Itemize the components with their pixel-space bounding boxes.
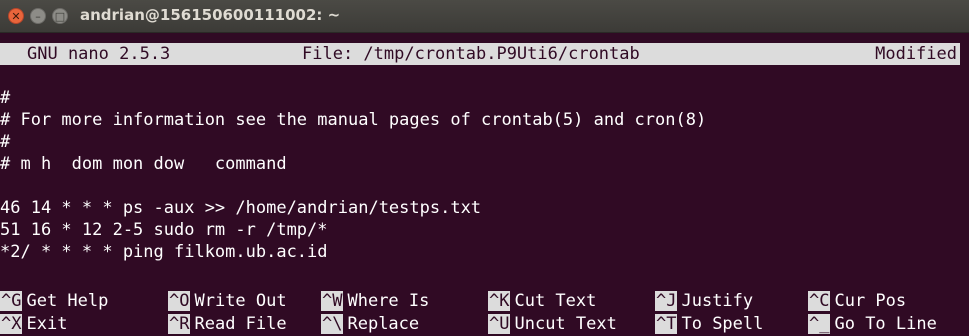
shortcut-exit[interactable]: ^X Exit [0,313,67,335]
nano-modified-status: Modified [875,44,957,64]
shortcut-key: ^W [321,291,344,311]
shortcut-justify[interactable]: ^J Justify [655,290,753,312]
editor-line[interactable]: *2/ * * * * ping filkom.ub.ac.id [0,241,328,263]
nano-file-name: File: /tmp/crontab.P9Uti6/crontab [302,44,640,64]
shortcut-label: Justify [681,291,754,311]
nano-header-bar: GNU nano 2.5.3 File: /tmp/crontab.P9Uti6… [0,43,960,65]
maximize-icon[interactable]: □ [52,8,68,24]
shortcut-label: Uncut Text [514,314,617,334]
editor-line[interactable]: # [0,87,10,109]
shortcut-key: ^U [488,314,511,334]
shortcut-label: Exit [26,314,68,334]
shortcut-label: Replace [347,314,420,334]
shortcut-key: ^R [168,314,191,334]
shortcut-where-is[interactable]: ^W Where Is [321,290,429,312]
editor-line[interactable]: 46 14 * * * ps -aux >> /home/andrian/tes… [0,197,481,219]
shortcut-label: To Spell [681,314,764,334]
nano-version: GNU nano 2.5.3 [27,44,171,64]
shortcut-cur-pos[interactable]: ^C Cur Pos [808,290,906,312]
editor-line[interactable]: # m h dom mon dow command [0,153,287,175]
shortcut-key: ^T [655,314,678,334]
shortcut-key: ^C [808,291,831,311]
shortcut-cut-text[interactable]: ^K Cut Text [488,290,596,312]
close-icon[interactable]: ✕ [8,8,24,24]
shortcut-key: ^G [0,291,23,311]
shortcut-key: ^J [655,291,678,311]
shortcut-label: Read File [194,314,287,334]
terminal-area[interactable]: GNU nano 2.5.3 File: /tmp/crontab.P9Uti6… [0,33,969,336]
shortcut-label: Go To Line [834,314,937,334]
shortcut-replace[interactable]: ^\ Replace [321,313,419,335]
shortcut-key: ^\ [321,314,344,334]
shortcut-label: Where Is [347,291,430,311]
minimize-icon[interactable]: – [30,8,46,24]
shortcut-to-spell[interactable]: ^T To Spell [655,313,763,335]
shortcut-uncut-text[interactable]: ^U Uncut Text [488,313,617,335]
shortcut-label: Cur Pos [834,291,907,311]
editor-line[interactable]: # For more information see the manual pa… [0,109,706,131]
shortcut-key: ^O [168,291,191,311]
shortcut-label: Write Out [194,291,287,311]
window-title: andrian@156150600111002: ~ [80,6,341,24]
shortcut-label: Get Help [26,291,109,311]
shortcut-get-help[interactable]: ^G Get Help [0,290,108,312]
shortcut-key: ^K [488,291,511,311]
window-titlebar[interactable]: ✕ – □ andrian@156150600111002: ~ [0,0,969,33]
nano-shortcut-bar: ^G Get Help ^O Write Out ^W Where Is ^K Cut … [0,290,969,336]
editor-line[interactable]: # [0,131,10,153]
shortcut-write-out[interactable]: ^O Write Out [168,290,287,312]
shortcut-go-to-line[interactable]: ^_ Go To Line [808,313,937,335]
shortcut-key: ^_ [808,314,831,334]
shortcut-read-file[interactable]: ^R Read File [168,313,287,335]
shortcut-label: Cut Text [514,291,597,311]
editor-line[interactable]: 51 16 * 12 2-5 sudo rm -r /tmp/* [0,219,328,241]
shortcut-key: ^X [0,314,23,334]
